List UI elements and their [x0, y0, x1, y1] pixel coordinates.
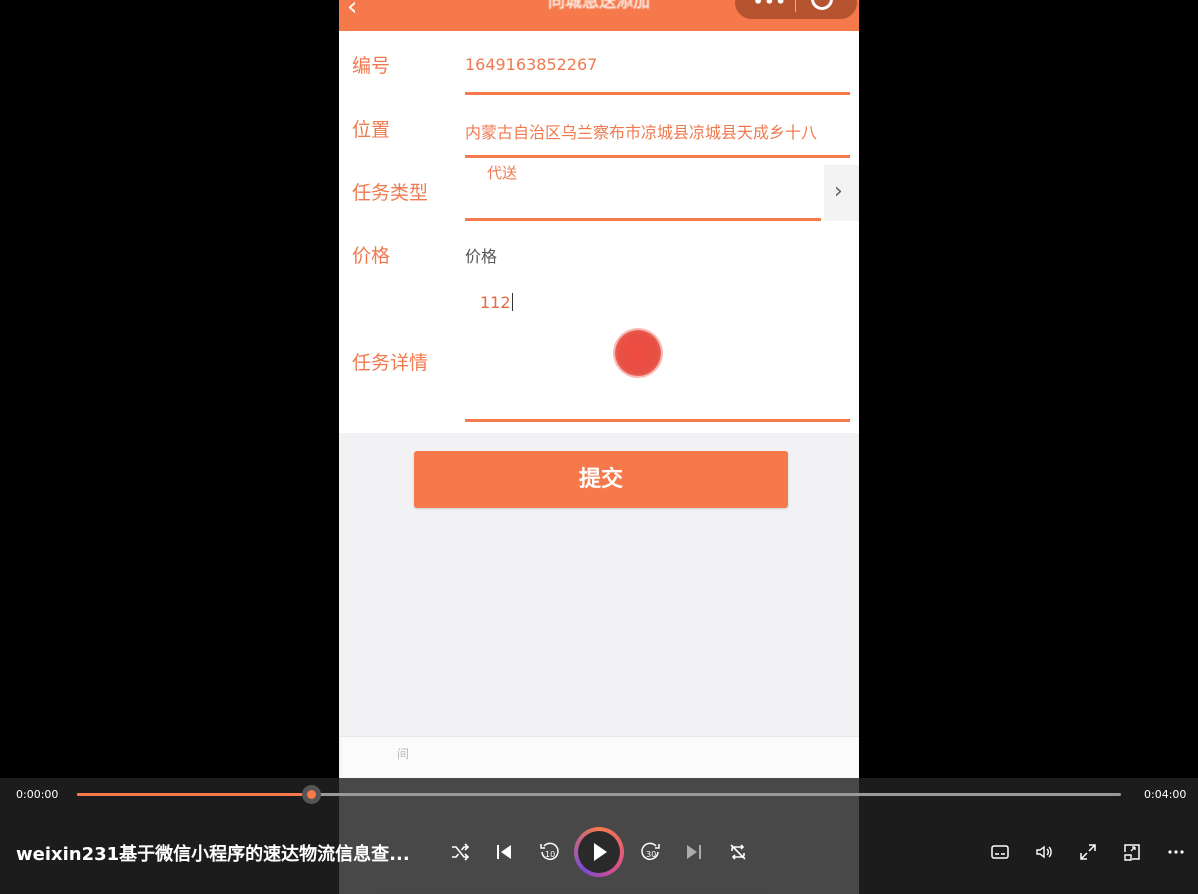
nav-bar: ‹ 同城急送添加 •••: [339, 0, 859, 31]
chevron-right-icon: ›: [834, 179, 843, 204]
seek-bar-progress: [77, 793, 312, 796]
mini-program-screen: ‹ 同城急送添加 ••• 编号 1649163852267 位置 内蒙古自治区乌…: [339, 0, 859, 894]
current-time: 0:00:00: [16, 788, 59, 801]
play-button[interactable]: [574, 827, 624, 877]
skip-previous-icon[interactable]: [494, 842, 514, 862]
text-caret: [511, 293, 513, 311]
total-time: 0:04:00: [1144, 788, 1187, 801]
rewind-10-icon[interactable]: 10: [538, 841, 560, 863]
task-detail-text: 112: [480, 293, 511, 312]
repeat-off-icon[interactable]: [728, 842, 748, 862]
location-underline: [465, 155, 850, 158]
play-button-inner: [578, 831, 620, 873]
bottom-tab-bar: 间: [341, 736, 859, 779]
svg-text:10: 10: [545, 850, 555, 859]
skip-next-icon[interactable]: [684, 842, 704, 862]
player-controls: 0:00:00 0:04:00 weixin231基于微信小程序的速达物流信息查…: [0, 778, 1198, 894]
capsule-divider: [795, 0, 796, 12]
location-field[interactable]: 内蒙古自治区乌兰察布市凉城县凉城县天成乡十八: [465, 119, 837, 143]
form-panel: 编号 1649163852267 位置 内蒙古自治区乌兰察布市凉城县凉城县天成乡…: [339, 31, 859, 433]
task-type-select[interactable]: 代送: [487, 162, 517, 183]
number-underline: [465, 92, 850, 95]
page-title: 同城急送添加: [548, 0, 650, 12]
task-type-label: 任务类型: [352, 182, 429, 204]
task-type-underline: [465, 218, 821, 221]
chevron-left-icon[interactable]: ‹: [347, 0, 357, 20]
number-label: 编号: [352, 55, 391, 77]
price-input[interactable]: 价格: [465, 243, 497, 267]
task-detail-underline: [465, 419, 850, 422]
mini-player-icon[interactable]: [1122, 842, 1142, 862]
volume-icon[interactable]: [1034, 842, 1054, 862]
number-field[interactable]: 1649163852267: [465, 55, 845, 74]
more-dots-icon[interactable]: •••: [753, 0, 787, 11]
forward-30-icon[interactable]: 30: [640, 841, 662, 863]
video-player-window: ‹ 同城急送添加 ••• 编号 1649163852267 位置 内蒙古自治区乌…: [0, 0, 1198, 894]
seek-thumb[interactable]: [301, 785, 321, 804]
tab-ghost-text: 间: [397, 747, 410, 761]
location-label: 位置: [352, 119, 391, 141]
task-type-picker-button[interactable]: ›: [824, 165, 859, 221]
more-icon[interactable]: [1166, 842, 1186, 862]
video-title: weixin231基于微信小程序的速达物流信息查...: [16, 844, 410, 865]
svg-text:30: 30: [646, 850, 656, 859]
fullscreen-icon[interactable]: [1078, 842, 1098, 862]
touch-indicator: [615, 330, 661, 376]
close-target-icon[interactable]: [811, 0, 833, 10]
task-detail-label: 任务详情: [352, 352, 429, 374]
shuffle-icon[interactable]: [450, 842, 470, 862]
subtitles-icon[interactable]: [990, 842, 1010, 862]
play-icon: [594, 843, 607, 861]
price-label: 价格: [352, 245, 391, 267]
submit-button[interactable]: 提交: [414, 451, 788, 508]
capsule-menu[interactable]: •••: [735, 0, 857, 19]
task-detail-textarea[interactable]: 112: [480, 293, 513, 312]
seek-bar[interactable]: [77, 785, 1121, 804]
